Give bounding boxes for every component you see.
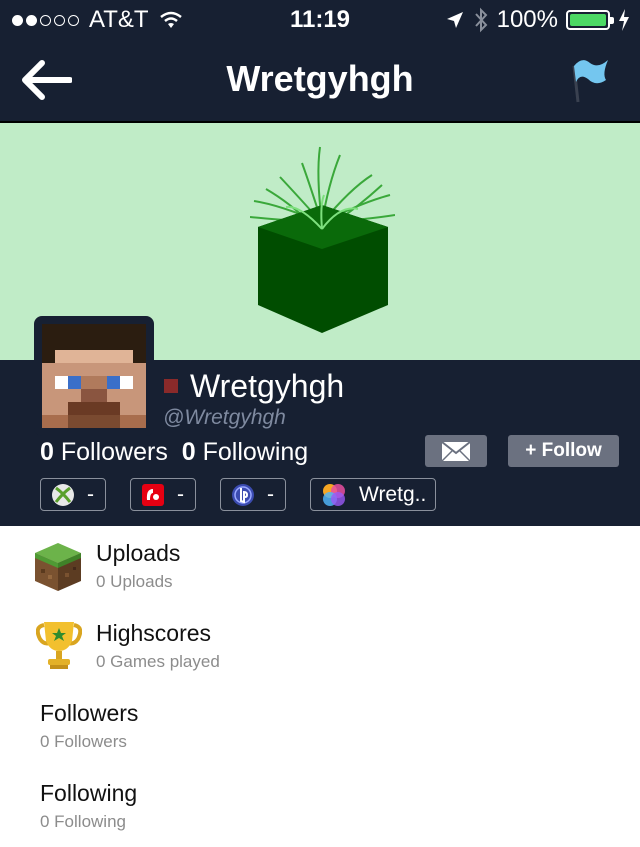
following-subtitle: 0 Following: [40, 812, 126, 831]
flag-icon[interactable]: [566, 54, 610, 106]
battery-icon: [566, 10, 614, 30]
xbox-tag-value: -: [87, 482, 94, 506]
highscores-subtitle: 0 Games played: [96, 652, 220, 671]
highscores-title: Highscores: [96, 620, 212, 646]
message-button[interactable]: [425, 435, 487, 467]
followers-title: Followers: [40, 700, 139, 726]
follow-stats: 0 Followers 0 Following: [40, 438, 308, 467]
wii-tag-value: -: [177, 482, 184, 506]
followers-label[interactable]: Followers: [61, 438, 168, 466]
playstation-tag-value: -: [267, 482, 274, 506]
list-item-followers[interactable]: Followers 0 Followers: [0, 687, 640, 767]
list-item-uploads[interactable]: Uploads 0 Uploads: [0, 527, 640, 607]
followers-count[interactable]: 0: [40, 438, 54, 466]
following-title: Following: [40, 780, 138, 806]
game-center-tag-value: Wretg..: [359, 482, 427, 506]
trophy-icon: [36, 622, 82, 669]
battery-percent: 100%: [496, 6, 558, 33]
grass-cube-icon: [250, 146, 395, 333]
location-icon: [446, 12, 463, 28]
followers-subtitle: 0 Followers: [40, 732, 127, 751]
bluetooth-icon: [474, 7, 487, 33]
grass-block-icon: [35, 543, 81, 591]
following-count[interactable]: 0: [182, 438, 196, 466]
page-title: Wretgyhgh: [226, 58, 414, 99]
profile-handle: @Wretgyhgh: [163, 406, 286, 429]
status-bar: AT&T 11:19 100%: [0, 0, 640, 40]
follow-button[interactable]: + Follow: [508, 435, 619, 467]
following-label[interactable]: Following: [203, 438, 309, 466]
list-item-highscores[interactable]: Highscores 0 Games played: [0, 607, 640, 687]
envelope-icon: [441, 441, 471, 462]
playstation-icon: [232, 483, 254, 506]
minecraft-steve-avatar-icon: [42, 324, 146, 428]
online-status-indicator: [164, 379, 178, 393]
playstation-tag-chip[interactable]: -: [220, 478, 286, 511]
wii-tag-chip[interactable]: -: [130, 478, 196, 511]
list-item-following[interactable]: Following 0 Following: [0, 767, 640, 847]
charging-icon: [619, 9, 629, 31]
uploads-title: Uploads: [96, 540, 181, 566]
profile-name: Wretgyhgh: [190, 368, 345, 404]
avatar[interactable]: [34, 316, 154, 436]
xbox-tag-chip[interactable]: -: [40, 478, 106, 511]
uploads-subtitle: 0 Uploads: [96, 572, 173, 591]
game-center-icon: [323, 483, 345, 506]
wii-icon: [142, 483, 164, 506]
game-center-tag-chip[interactable]: Wretg..: [310, 478, 436, 511]
navigation-bar: Wretgyhgh: [0, 40, 640, 123]
xbox-icon: [52, 483, 74, 506]
